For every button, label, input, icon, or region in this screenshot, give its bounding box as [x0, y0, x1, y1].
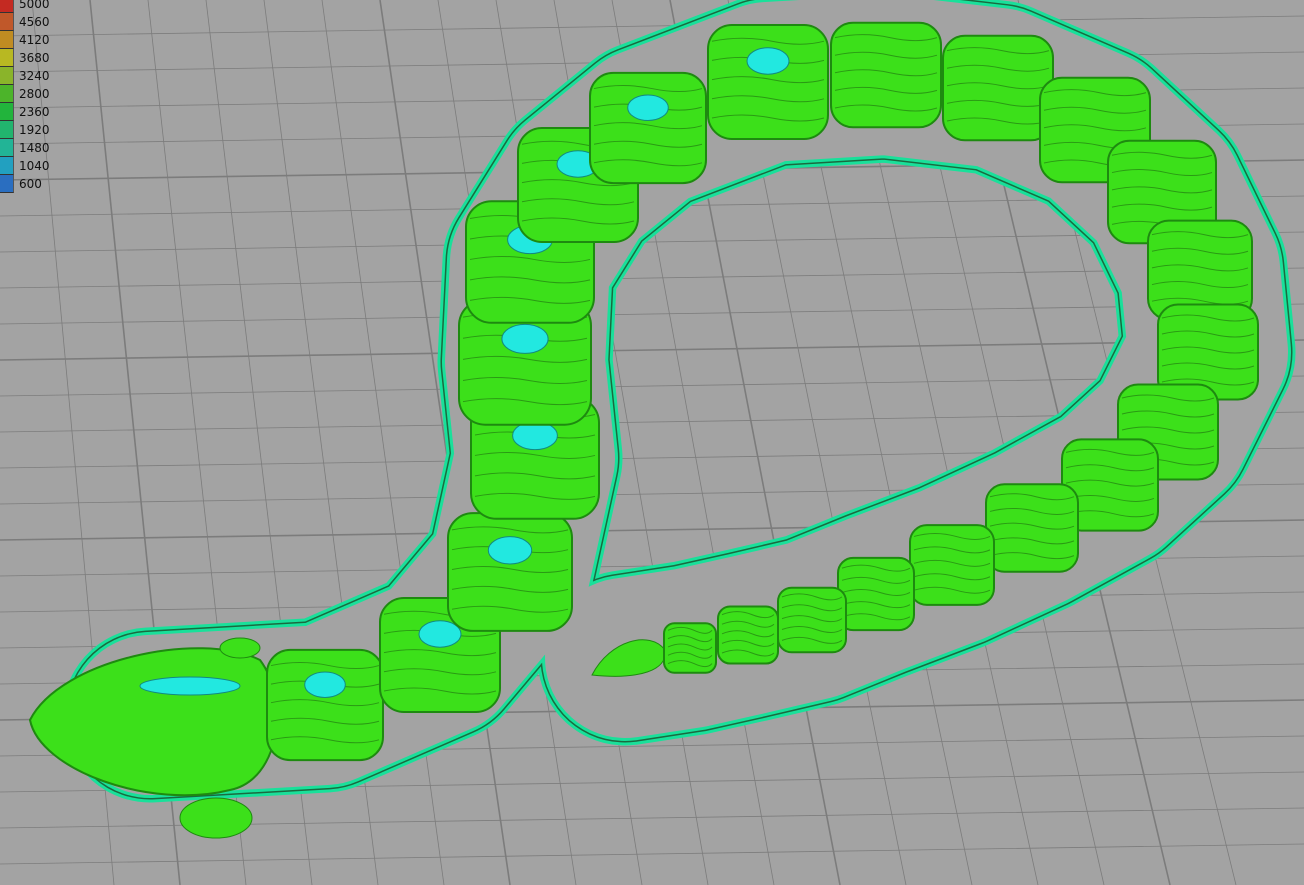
- eye-part: [179, 797, 253, 839]
- legend-label: 2800: [19, 87, 50, 101]
- legend-item: 1480: [0, 139, 50, 157]
- legend-swatch: [0, 139, 14, 157]
- snake-head: [28, 647, 278, 797]
- legend-label: 5000: [19, 0, 50, 11]
- body-segment: [942, 34, 1054, 142]
- top-surface-highlight: [487, 536, 533, 565]
- legend-item: 4120: [0, 31, 50, 49]
- legend-item: 600: [0, 175, 50, 193]
- body-segment: [837, 556, 915, 632]
- legend-label: 1920: [19, 123, 50, 137]
- legend-swatch: [0, 67, 14, 85]
- legend-label: 1040: [19, 159, 50, 173]
- legend-swatch: [0, 121, 14, 139]
- top-surface-highlight: [139, 676, 241, 696]
- legend-item: 2800: [0, 85, 50, 103]
- legend-label: 3240: [19, 69, 50, 83]
- legend-label: 4120: [19, 33, 50, 47]
- top-surface-highlight: [512, 421, 558, 451]
- legend-swatch: [0, 157, 14, 175]
- legend-label: 4560: [19, 15, 50, 29]
- legend-swatch: [0, 175, 14, 193]
- legend-label: 3680: [19, 51, 50, 65]
- segment-shell: [663, 622, 717, 674]
- body-segment: [589, 71, 707, 185]
- top-surface-highlight: [304, 671, 346, 698]
- legend-label: 600: [19, 177, 42, 191]
- body-segment: [830, 21, 942, 129]
- legend-label: 2360: [19, 105, 50, 119]
- top-surface-highlight: [746, 47, 790, 75]
- legend-item: 5000: [0, 0, 50, 13]
- body-segment: [777, 586, 847, 654]
- grid-line: [0, 303, 1304, 325]
- legend-item: 3680: [0, 49, 50, 67]
- legend-swatch: [0, 103, 14, 121]
- legend-item: 3240: [0, 67, 50, 85]
- legend-swatch: [0, 85, 14, 103]
- body-segment: [266, 648, 384, 762]
- body-segment: [707, 24, 829, 140]
- body-segment: [717, 605, 779, 665]
- legend-swatch: [0, 49, 14, 67]
- legend-swatch: [0, 0, 14, 13]
- segment-shell: [717, 605, 779, 665]
- legend-item: 1040: [0, 157, 50, 175]
- legend-item: 2360: [0, 103, 50, 121]
- grid-line: [0, 843, 1304, 865]
- top-surface-highlight: [418, 620, 462, 648]
- body-segment: [985, 483, 1079, 573]
- legend-item: 1920: [0, 121, 50, 139]
- body-segment: [447, 512, 573, 632]
- top-surface-highlight: [627, 94, 669, 121]
- 3d-preview-viewport[interactable]: [0, 0, 1304, 885]
- eye-part: [219, 637, 261, 659]
- legend-item: 4560: [0, 13, 50, 31]
- legend-swatch: [0, 13, 14, 31]
- speed-legend: 5000 4560 4120 3680 3240 2800 2360 1920 1480 1040…: [0, 0, 50, 193]
- body-segment: [663, 622, 717, 674]
- legend-swatch: [0, 31, 14, 49]
- top-surface-highlight: [501, 323, 549, 354]
- body-segment: [909, 524, 995, 606]
- legend-label: 1480: [19, 141, 50, 155]
